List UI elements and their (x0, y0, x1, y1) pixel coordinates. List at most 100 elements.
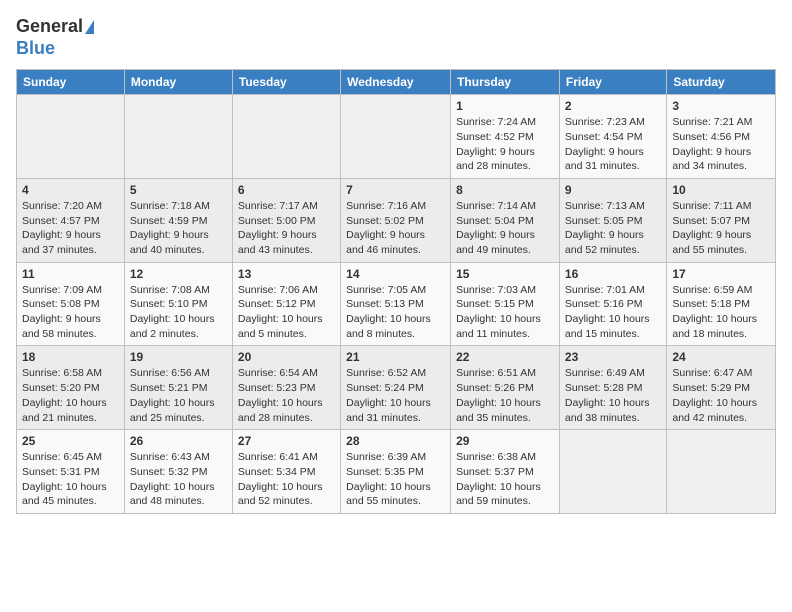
day-number: 8 (456, 183, 554, 197)
day-detail: Sunrise: 6:51 AM Sunset: 5:26 PM Dayligh… (456, 366, 554, 425)
calendar-cell: 3 Sunrise: 7:21 AM Sunset: 4:56 PM Daylig… (667, 95, 776, 179)
day-detail: Sunrise: 7:16 AM Sunset: 5:02 PM Dayligh… (346, 199, 445, 258)
calendar-cell: 1 Sunrise: 7:24 AM Sunset: 4:52 PM Daylig… (451, 95, 560, 179)
calendar-cell (17, 95, 125, 179)
calendar-cell (341, 95, 451, 179)
day-number: 15 (456, 267, 554, 281)
day-detail: Sunrise: 7:18 AM Sunset: 4:59 PM Dayligh… (130, 199, 227, 258)
day-detail: Sunrise: 6:43 AM Sunset: 5:32 PM Dayligh… (130, 450, 227, 509)
day-number: 13 (238, 267, 335, 281)
calendar-cell: 19 Sunrise: 6:56 AM Sunset: 5:21 PM Dayli… (124, 346, 232, 430)
day-detail: Sunrise: 6:49 AM Sunset: 5:28 PM Dayligh… (565, 366, 661, 425)
calendar-cell: 21Sunrise: 6:52 AM Sunset: 5:24 PM Dayli… (341, 346, 451, 430)
day-number: 23 (565, 350, 661, 364)
day-number: 5 (130, 183, 227, 197)
day-number: 27 (238, 434, 335, 448)
day-number: 24 (672, 350, 770, 364)
day-detail: Sunrise: 7:09 AM Sunset: 5:08 PM Dayligh… (22, 283, 119, 342)
day-number: 26 (130, 434, 227, 448)
calendar-week-row: 25 Sunrise: 6:45 AM Sunset: 5:31 PM Dayli… (17, 430, 776, 514)
day-number: 29 (456, 434, 554, 448)
calendar-cell: 20 Sunrise: 6:54 AM Sunset: 5:23 PM Dayli… (232, 346, 340, 430)
calendar-cell: 13Sunrise: 7:06 AM Sunset: 5:12 PM Dayli… (232, 262, 340, 346)
logo-blue: Blue (16, 38, 94, 60)
day-number: 16 (565, 267, 661, 281)
day-detail: Sunrise: 7:01 AM Sunset: 5:16 PM Dayligh… (565, 283, 661, 342)
day-number: 12 (130, 267, 227, 281)
calendar-cell: 27Sunrise: 6:41 AM Sunset: 5:34 PM Dayli… (232, 430, 340, 514)
day-detail: Sunrise: 6:47 AM Sunset: 5:29 PM Dayligh… (672, 366, 770, 425)
day-number: 28 (346, 434, 445, 448)
calendar-header-friday: Friday (559, 70, 666, 95)
day-detail: Sunrise: 6:56 AM Sunset: 5:21 PM Dayligh… (130, 366, 227, 425)
day-number: 3 (672, 99, 770, 113)
day-number: 25 (22, 434, 119, 448)
calendar-header-wednesday: Wednesday (341, 70, 451, 95)
day-detail: Sunrise: 7:13 AM Sunset: 5:05 PM Dayligh… (565, 199, 661, 258)
day-detail: Sunrise: 7:05 AM Sunset: 5:13 PM Dayligh… (346, 283, 445, 342)
day-number: 9 (565, 183, 661, 197)
day-detail: Sunrise: 7:21 AM Sunset: 4:56 PM Dayligh… (672, 115, 770, 174)
day-number: 20 (238, 350, 335, 364)
calendar-week-row: 11Sunrise: 7:09 AM Sunset: 5:08 PM Dayli… (17, 262, 776, 346)
calendar-cell: 10Sunrise: 7:11 AM Sunset: 5:07 PM Dayli… (667, 178, 776, 262)
calendar-cell: 26 Sunrise: 6:43 AM Sunset: 5:32 PM Dayli… (124, 430, 232, 514)
calendar-week-row: 1 Sunrise: 7:24 AM Sunset: 4:52 PM Daylig… (17, 95, 776, 179)
logo-general: General (16, 16, 94, 38)
day-detail: Sunrise: 6:59 AM Sunset: 5:18 PM Dayligh… (672, 283, 770, 342)
calendar-cell: 6 Sunrise: 7:17 AM Sunset: 5:00 PM Daylig… (232, 178, 340, 262)
calendar-header-thursday: Thursday (451, 70, 560, 95)
calendar-cell: 4 Sunrise: 7:20 AM Sunset: 4:57 PM Daylig… (17, 178, 125, 262)
day-detail: Sunrise: 6:58 AM Sunset: 5:20 PM Dayligh… (22, 366, 119, 425)
calendar-cell: 16 Sunrise: 7:01 AM Sunset: 5:16 PM Dayli… (559, 262, 666, 346)
day-detail: Sunrise: 7:23 AM Sunset: 4:54 PM Dayligh… (565, 115, 661, 174)
calendar-cell: 2 Sunrise: 7:23 AM Sunset: 4:54 PM Daylig… (559, 95, 666, 179)
day-number: 14 (346, 267, 445, 281)
calendar-cell: 15 Sunrise: 7:03 AM Sunset: 5:15 PM Dayli… (451, 262, 560, 346)
calendar-cell (232, 95, 340, 179)
day-number: 19 (130, 350, 227, 364)
day-number: 17 (672, 267, 770, 281)
calendar-header-monday: Monday (124, 70, 232, 95)
calendar-cell (667, 430, 776, 514)
day-number: 21 (346, 350, 445, 364)
day-detail: Sunrise: 6:39 AM Sunset: 5:35 PM Dayligh… (346, 450, 445, 509)
day-detail: Sunrise: 6:45 AM Sunset: 5:31 PM Dayligh… (22, 450, 119, 509)
calendar-week-row: 18 Sunrise: 6:58 AM Sunset: 5:20 PM Dayli… (17, 346, 776, 430)
calendar-cell (124, 95, 232, 179)
day-detail: Sunrise: 7:14 AM Sunset: 5:04 PM Dayligh… (456, 199, 554, 258)
calendar-cell: 18 Sunrise: 6:58 AM Sunset: 5:20 PM Dayli… (17, 346, 125, 430)
calendar-header-row: SundayMondayTuesdayWednesdayThursdayFrid… (17, 70, 776, 95)
day-number: 4 (22, 183, 119, 197)
page-header: General Blue (16, 16, 776, 59)
calendar-cell: 28 Sunrise: 6:39 AM Sunset: 5:35 PM Dayli… (341, 430, 451, 514)
day-detail: Sunrise: 7:17 AM Sunset: 5:00 PM Dayligh… (238, 199, 335, 258)
calendar-table: SundayMondayTuesdayWednesdayThursdayFrid… (16, 69, 776, 514)
calendar-cell: 29Sunrise: 6:38 AM Sunset: 5:37 PM Dayli… (451, 430, 560, 514)
day-number: 7 (346, 183, 445, 197)
calendar-cell: 11Sunrise: 7:09 AM Sunset: 5:08 PM Dayli… (17, 262, 125, 346)
calendar-cell: 22 Sunrise: 6:51 AM Sunset: 5:26 PM Dayli… (451, 346, 560, 430)
day-number: 1 (456, 99, 554, 113)
day-detail: Sunrise: 6:54 AM Sunset: 5:23 PM Dayligh… (238, 366, 335, 425)
day-detail: Sunrise: 7:20 AM Sunset: 4:57 PM Dayligh… (22, 199, 119, 258)
day-number: 6 (238, 183, 335, 197)
calendar-cell: 25 Sunrise: 6:45 AM Sunset: 5:31 PM Dayli… (17, 430, 125, 514)
logo: General Blue (16, 16, 94, 59)
calendar-cell: 8 Sunrise: 7:14 AM Sunset: 5:04 PM Daylig… (451, 178, 560, 262)
calendar-header-sunday: Sunday (17, 70, 125, 95)
day-detail: Sunrise: 7:08 AM Sunset: 5:10 PM Dayligh… (130, 283, 227, 342)
calendar-cell: 9 Sunrise: 7:13 AM Sunset: 5:05 PM Daylig… (559, 178, 666, 262)
day-number: 2 (565, 99, 661, 113)
day-detail: Sunrise: 7:03 AM Sunset: 5:15 PM Dayligh… (456, 283, 554, 342)
calendar-cell: 7 Sunrise: 7:16 AM Sunset: 5:02 PM Daylig… (341, 178, 451, 262)
calendar-week-row: 4 Sunrise: 7:20 AM Sunset: 4:57 PM Daylig… (17, 178, 776, 262)
day-number: 22 (456, 350, 554, 364)
day-number: 18 (22, 350, 119, 364)
calendar-cell: 5 Sunrise: 7:18 AM Sunset: 4:59 PM Daylig… (124, 178, 232, 262)
day-detail: Sunrise: 7:24 AM Sunset: 4:52 PM Dayligh… (456, 115, 554, 174)
calendar-cell: 14 Sunrise: 7:05 AM Sunset: 5:13 PM Dayli… (341, 262, 451, 346)
calendar-cell: 12 Sunrise: 7:08 AM Sunset: 5:10 PM Dayli… (124, 262, 232, 346)
calendar-header-tuesday: Tuesday (232, 70, 340, 95)
calendar-cell (559, 430, 666, 514)
